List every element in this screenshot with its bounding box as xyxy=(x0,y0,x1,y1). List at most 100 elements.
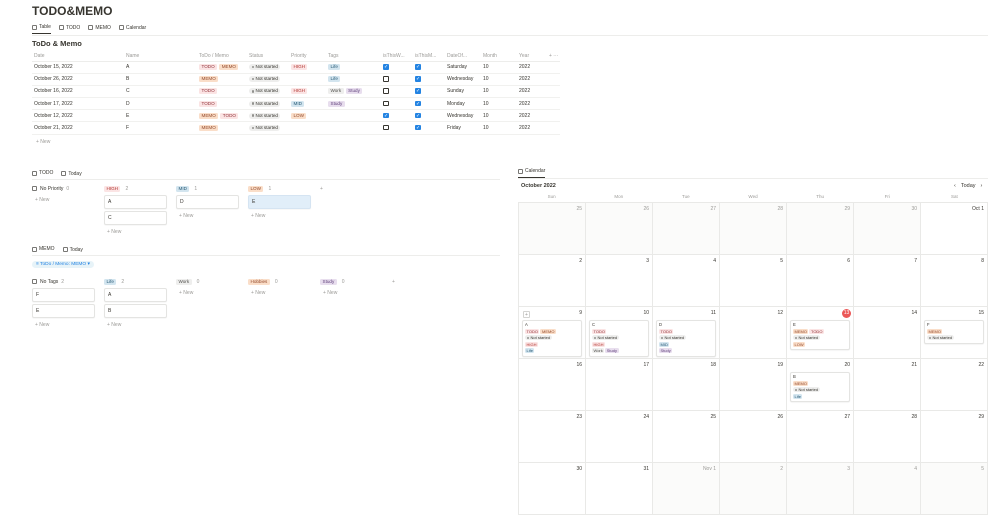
filter-pill[interactable]: ≡ ToDo / Memo: MEMO ▾ xyxy=(32,261,94,268)
checkbox[interactable] xyxy=(383,88,389,94)
column-header[interactable]: Hobbies 0 xyxy=(248,277,311,286)
calendar-day[interactable]: 31 xyxy=(586,463,653,515)
column-header[interactable]: isThisW... xyxy=(381,52,413,62)
checkbox[interactable] xyxy=(383,100,389,107)
calendar-day[interactable]: 27 xyxy=(787,411,854,463)
cell-name[interactable]: B xyxy=(124,73,197,86)
board-card[interactable]: D xyxy=(176,195,239,209)
add-group-button[interactable]: + xyxy=(320,184,323,193)
column-header[interactable]: Date xyxy=(32,52,124,62)
column-header[interactable]: DateOf... xyxy=(445,52,481,62)
database-title[interactable]: ToDo & Memo xyxy=(32,39,82,48)
column-header[interactable]: LOW 1 xyxy=(248,184,311,193)
board-card[interactable]: B xyxy=(104,304,167,318)
calendar-day[interactable]: 3 xyxy=(586,255,653,307)
add-column-button[interactable]: + ··· xyxy=(547,52,561,62)
board-card[interactable]: F xyxy=(32,288,95,302)
calendar-day[interactable]: 15 F MEMO Not started xyxy=(921,307,988,359)
calendar-day[interactable]: 29 xyxy=(921,411,988,463)
column-header[interactable]: No Priority 0 xyxy=(32,184,95,193)
checkbox[interactable]: ✓ xyxy=(383,64,389,70)
calendar-day[interactable]: 14 xyxy=(854,307,921,359)
column-header[interactable]: Life 2 xyxy=(104,277,167,286)
new-card-button[interactable]: + New xyxy=(104,229,167,235)
calendar-event[interactable]: F MEMO Not started xyxy=(924,320,984,344)
calendar-day[interactable]: 30 xyxy=(519,463,586,515)
checkbox[interactable]: ✓ xyxy=(415,100,421,107)
board-card[interactable]: A xyxy=(104,195,167,209)
calendar-day[interactable]: 18 xyxy=(653,359,720,411)
new-card-button[interactable]: + New xyxy=(176,290,239,296)
new-card-button[interactable]: + New xyxy=(176,213,239,219)
calendar-day[interactable]: 3 xyxy=(787,463,854,515)
calendar-day[interactable]: Nov 1 xyxy=(653,463,720,515)
column-header[interactable]: Month xyxy=(481,52,517,62)
tab-view-3[interactable]: Calendar xyxy=(118,24,146,34)
checkbox[interactable]: ✓ xyxy=(415,88,421,94)
calendar-day[interactable]: 27 xyxy=(653,203,720,255)
checkbox[interactable]: ✓ xyxy=(415,112,421,119)
calendar-day[interactable]: 9 + A TODO MEMO Not started HIGH Life xyxy=(519,307,586,359)
column-header[interactable]: Tags xyxy=(326,52,381,62)
cell-name[interactable]: F xyxy=(124,121,197,135)
calendar-day[interactable]: 5 xyxy=(921,463,988,515)
new-card-button[interactable]: + New xyxy=(32,322,95,328)
new-card-button[interactable]: + New xyxy=(320,290,383,296)
column-header[interactable]: ToDo / Memo xyxy=(197,52,247,62)
calendar-event[interactable]: E MEMO TODO Not started LOW xyxy=(790,320,850,350)
table-row[interactable]: October 17, 2022 D TODO Not started MID Study… xyxy=(32,97,561,111)
column-header[interactable]: Priority xyxy=(289,52,326,62)
cell-name[interactable]: C xyxy=(124,85,197,99)
calendar-day[interactable]: 28 xyxy=(720,203,787,255)
table-row[interactable]: October 15, 2022 A TODO MEMO Not started HIGH… xyxy=(32,61,561,74)
table-row[interactable]: October 16, 2022 C TODO Not started HIGH Work… xyxy=(32,85,561,99)
tab-view-0[interactable]: Table xyxy=(32,24,51,34)
board-card[interactable]: E xyxy=(32,304,95,318)
checkbox[interactable] xyxy=(383,124,389,131)
calendar-day[interactable]: 21 xyxy=(854,359,921,411)
column-header[interactable]: No Tags 2 xyxy=(32,277,95,286)
board-card[interactable]: E xyxy=(248,195,311,209)
tab-view-1[interactable]: TODO xyxy=(58,24,80,34)
calendar-day[interactable]: 25 xyxy=(519,203,586,255)
calendar-day[interactable]: 23 xyxy=(519,411,586,463)
new-card-button[interactable]: + New xyxy=(104,322,167,328)
board-card[interactable]: A xyxy=(104,288,167,302)
table-row[interactable]: October 26, 2022 B MEMO Not started Life ✓ Wed… xyxy=(32,73,561,86)
cell-name[interactable]: E xyxy=(124,109,197,123)
calendar-event[interactable]: A TODO MEMO Not started HIGH Life xyxy=(522,320,582,357)
table-new-row-button[interactable]: + New xyxy=(36,139,50,145)
calendar-day[interactable]: 19 xyxy=(720,359,787,411)
calendar-day[interactable]: 26 xyxy=(720,411,787,463)
add-group-button[interactable]: + xyxy=(392,277,395,286)
calendar-day[interactable]: 8 xyxy=(921,255,988,307)
today-button[interactable]: Today xyxy=(961,183,976,189)
column-header[interactable]: HIGH 2 xyxy=(104,184,167,193)
chevron-left-icon[interactable]: ‹ xyxy=(954,183,956,189)
checkbox[interactable]: ✓ xyxy=(383,112,389,119)
checkbox[interactable]: ✓ xyxy=(415,64,421,70)
calendar-day[interactable]: 22 xyxy=(921,359,988,411)
tab-calendar[interactable]: Calendar xyxy=(518,168,546,178)
calendar-day[interactable]: 16 xyxy=(519,359,586,411)
new-card-button[interactable]: + New xyxy=(32,197,95,203)
calendar-day[interactable]: 28 xyxy=(854,411,921,463)
calendar-day[interactable]: 12 xyxy=(720,307,787,359)
calendar-day[interactable]: 6 xyxy=(787,255,854,307)
calendar-day[interactable]: 13 E MEMO TODO Not started LOW xyxy=(787,307,854,359)
column-header[interactable]: isThisM... xyxy=(413,52,445,62)
calendar-day[interactable]: 29 xyxy=(787,203,854,255)
calendar-day[interactable]: 25 xyxy=(653,411,720,463)
calendar-day[interactable]: 7 xyxy=(854,255,921,307)
checkbox[interactable]: ✓ xyxy=(415,76,421,82)
checkbox[interactable] xyxy=(383,76,389,82)
calendar-day[interactable]: 10 C TODO Not started HIGH Work Study xyxy=(586,307,653,359)
calendar-day[interactable]: 11 D TODO Not started MID Study xyxy=(653,307,720,359)
table-row[interactable]: October 12, 2022 E MEMO TODO Not started LOW ✓… xyxy=(32,109,561,123)
column-header[interactable]: Year xyxy=(517,52,547,62)
column-header[interactable]: Status xyxy=(247,52,289,62)
cell-name[interactable]: A xyxy=(124,61,197,74)
calendar-day[interactable]: 17 xyxy=(586,359,653,411)
board-card[interactable]: C xyxy=(104,211,167,225)
new-card-button[interactable]: + New xyxy=(248,290,311,296)
